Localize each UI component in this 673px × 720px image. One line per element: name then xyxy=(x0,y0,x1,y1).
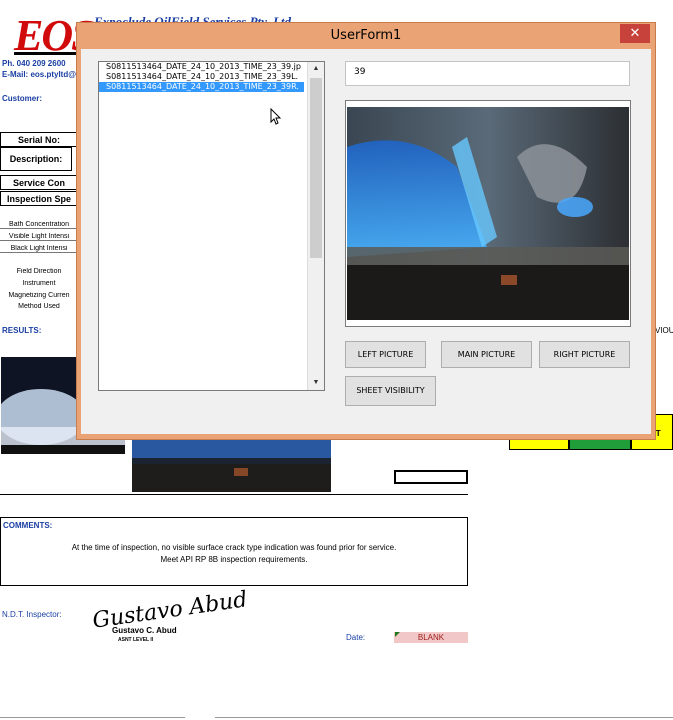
listbox-scrollbar[interactable]: ▲ ▼ xyxy=(307,62,324,390)
scroll-thumb[interactable] xyxy=(310,78,322,258)
comments-label: COMMENTS: xyxy=(3,521,53,530)
date-label: Date: xyxy=(346,633,366,642)
sheet-photo-main xyxy=(132,440,331,492)
date-value[interactable]: BLANK xyxy=(394,632,468,643)
picture-frame xyxy=(345,100,631,327)
divider xyxy=(0,494,468,495)
inspector-label: N.D.T. Inspector: xyxy=(2,610,62,619)
left-picture-button[interactable]: LEFT PICTURE xyxy=(345,341,426,368)
window-title: UserForm1 xyxy=(330,28,402,43)
file-listbox[interactable]: S0811513464_DATE_24_10_2013_TIME_23_39.j… xyxy=(98,61,325,391)
serial-label: Serial No: xyxy=(0,132,78,147)
bottom-line-right xyxy=(215,717,673,718)
bottom-line-left xyxy=(0,717,185,718)
email-text: E-Mail: eos.ptyltd@ xyxy=(2,70,77,79)
selected-cell[interactable] xyxy=(394,470,468,484)
small-row-6: Method Used xyxy=(18,303,60,310)
customer-label: Customer: xyxy=(2,94,43,103)
right-cut-text: VIOU xyxy=(655,326,673,335)
comments-line-2: Meet API RP 8B inspection requirements. xyxy=(160,555,308,564)
small-row-0: Bath Concentration xyxy=(0,221,78,229)
sheet-visibility-button[interactable]: SHEET VISIBILITY xyxy=(345,376,436,406)
small-row-4: Instrument xyxy=(22,280,56,287)
service-label: Service Con xyxy=(0,175,78,190)
small-row-3: Field Direction xyxy=(16,268,62,275)
list-item-selected[interactable]: S0811513464_DATE_24_10_2013_TIME_23_39R. xyxy=(99,82,304,92)
description-label: Description: xyxy=(0,147,72,171)
list-item[interactable]: S0811513464_DATE_24_10_2013_TIME_23_39.j… xyxy=(99,62,304,72)
small-row-5: Magnetizing Curren xyxy=(8,292,70,299)
scroll-down-icon[interactable]: ▼ xyxy=(308,376,324,390)
signature-name: Gustavo C. Abud xyxy=(112,626,177,635)
inspection-label: Inspection Spe xyxy=(0,191,78,206)
list-item[interactable]: S0811513464_DATE_24_10_2013_TIME_23_39L. xyxy=(99,72,304,82)
scroll-up-icon[interactable]: ▲ xyxy=(308,62,324,76)
form-client-area: S0811513464_DATE_24_10_2013_TIME_23_39.j… xyxy=(81,49,651,434)
title-bar[interactable]: UserForm1 ✕ xyxy=(77,23,655,49)
comments-box: COMMENTS: At the time of inspection, no … xyxy=(0,517,468,586)
comments-line-1: At the time of inspection, no visible su… xyxy=(71,543,397,552)
right-picture-button[interactable]: RIGHT PICTURE xyxy=(539,341,630,368)
close-button[interactable]: ✕ xyxy=(620,24,650,43)
main-picture-button[interactable]: MAIN PICTURE xyxy=(441,341,532,368)
small-row-2: Black Light Intensi xyxy=(0,245,78,253)
small-row-1: Visible Light Intensi xyxy=(0,233,78,241)
logo-underline xyxy=(14,52,76,55)
mouse-pointer-icon xyxy=(270,108,282,125)
phone-text: Ph. 040 209 2600 xyxy=(2,59,66,68)
inspection-picture xyxy=(347,107,629,320)
userform-window: UserForm1 ✕ S0811513464_DATE_24_10_2013_… xyxy=(76,22,656,440)
number-textbox[interactable]: 39 xyxy=(345,61,630,86)
results-label: RESULTS: xyxy=(2,326,42,335)
close-icon: ✕ xyxy=(629,26,641,41)
signature-level: ASNT LEVEL II xyxy=(118,637,154,643)
